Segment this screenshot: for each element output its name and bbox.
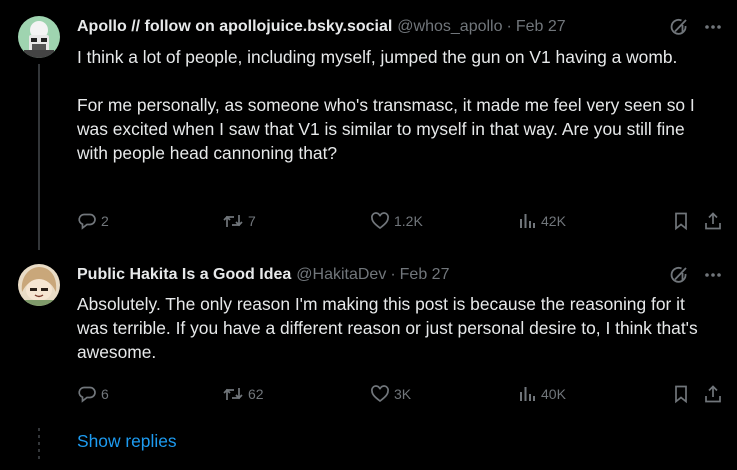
anime-character-avatar-icon[interactable] [18,264,60,306]
views-icon [517,211,537,231]
show-replies-link[interactable]: Show replies [77,431,177,452]
author-handle[interactable]: @whos_apollo [397,18,502,36]
share-button[interactable] [703,209,723,233]
grok-icon[interactable] [669,265,689,285]
author-handle[interactable]: @HakitaDev [296,266,386,284]
bookmark-button[interactable] [671,382,691,406]
post-header: Public Hakita Is a Good Idea @HakitaDev … [77,264,449,286]
more-icon[interactable] [703,265,723,285]
author-name[interactable]: Apollo // follow on apollojuice.bsky.soc… [77,18,392,36]
bookmark-icon [671,211,691,231]
post-actions: 2 7 1.2K 42K [77,209,723,233]
separator-dot: · [390,266,396,283]
share-icon [703,211,723,231]
post-paragraph: Absolutely. The only reason I'm making t… [77,294,698,362]
views-button[interactable]: 42K [517,209,566,233]
views-button[interactable]: 40K [517,382,566,406]
like-count: 1.2K [394,213,423,229]
heart-icon [370,211,390,231]
like-button[interactable]: 1.2K [370,209,423,233]
post-date[interactable]: Feb 27 [400,266,450,284]
thread-connector-line [38,64,40,250]
post-text: I think a lot of people, including mysel… [77,45,717,165]
reply-thread: Apollo // follow on apollojuice.bsky.soc… [0,0,737,470]
view-count: 40K [541,386,566,402]
reply-count: 6 [101,386,109,402]
post-date[interactable]: Feb 27 [516,18,566,36]
thread-continuation-dots [38,428,40,462]
share-button[interactable] [703,382,723,406]
repost-icon [222,384,244,404]
separator-dot: · [506,18,512,35]
repost-button[interactable]: 62 [222,382,264,406]
repost-count: 7 [248,213,256,229]
bookmark-button[interactable] [671,209,691,233]
like-button[interactable]: 3K [370,382,411,406]
reply-button[interactable]: 2 [77,209,109,233]
heart-icon [370,384,390,404]
share-icon [703,384,723,404]
repost-icon [222,211,244,231]
reply-icon [77,211,97,231]
view-count: 42K [541,213,566,229]
more-icon[interactable] [703,17,723,37]
bookmark-icon [671,384,691,404]
post-paragraph: For me personally, as someone who's tran… [77,95,695,163]
repost-count: 62 [248,386,264,402]
grok-icon[interactable] [669,17,689,37]
reply-button[interactable]: 6 [77,382,109,406]
post-header-actions [669,16,723,38]
post-paragraph: I think a lot of people, including mysel… [77,47,678,67]
like-count: 3K [394,386,412,402]
repost-button[interactable]: 7 [222,209,256,233]
post-header: Apollo // follow on apollojuice.bsky.soc… [77,16,566,38]
robot-avatar-icon[interactable] [18,16,60,58]
author-name[interactable]: Public Hakita Is a Good Idea [77,266,291,284]
post-header-actions [669,264,723,286]
post-actions: 6 62 3K 40K [77,382,723,406]
reply-icon [77,384,97,404]
reply-count: 2 [101,213,109,229]
post-text: Absolutely. The only reason I'm making t… [77,292,717,364]
views-icon [517,384,537,404]
